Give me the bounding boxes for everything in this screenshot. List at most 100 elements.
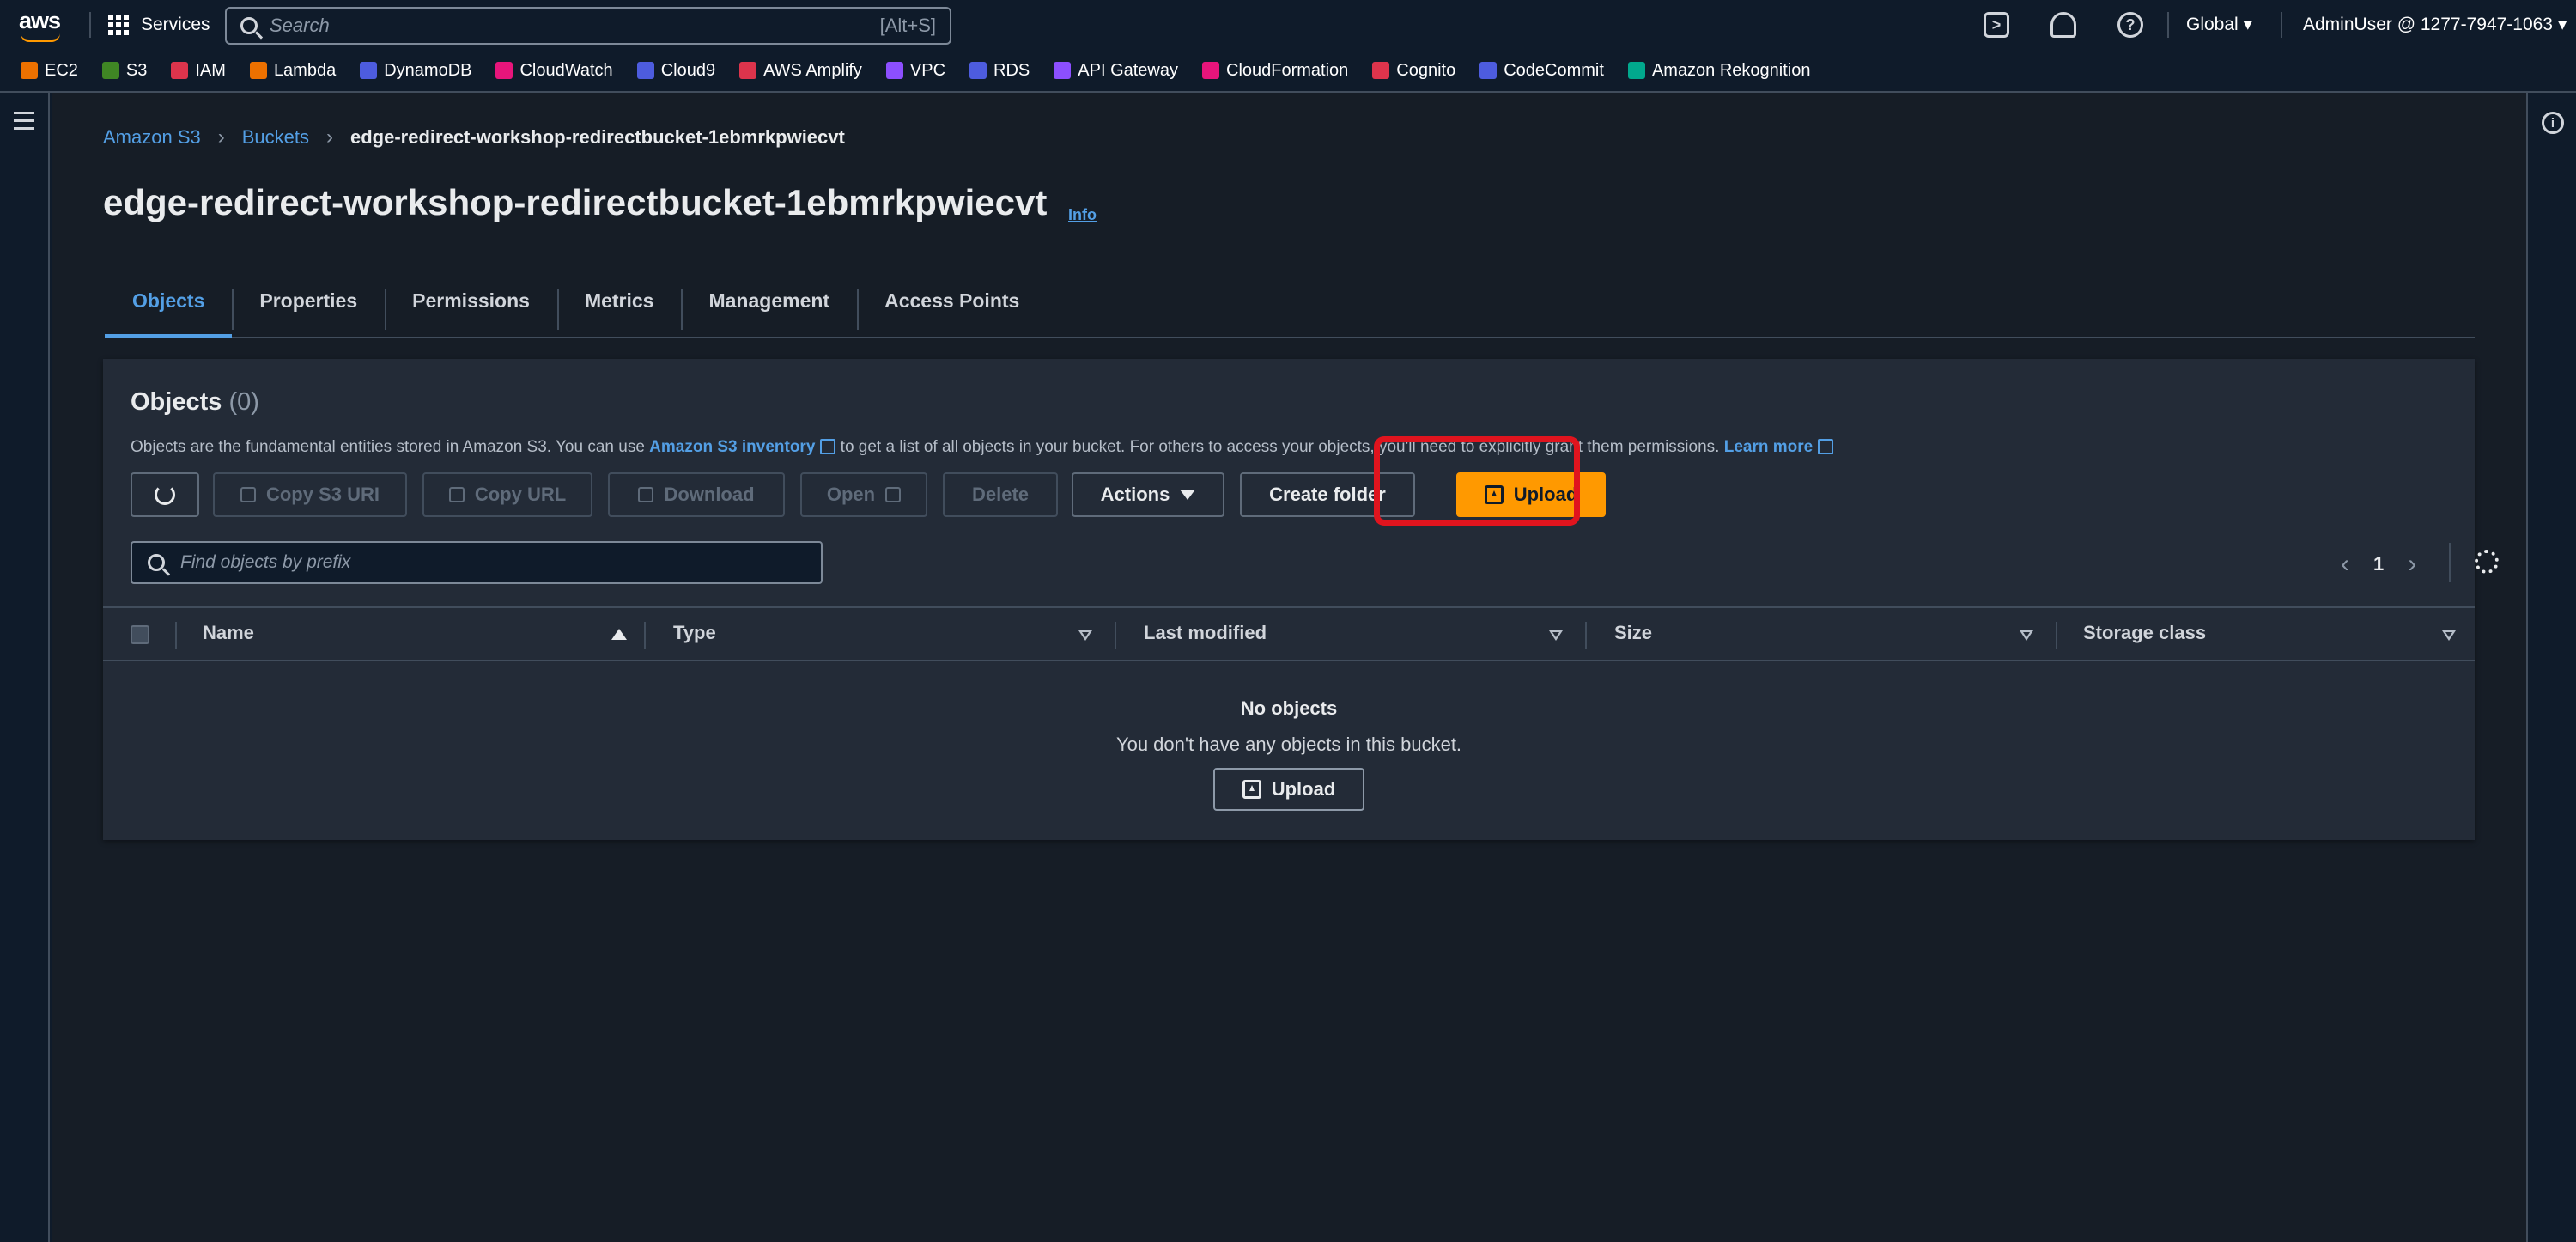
aws-logo[interactable]: aws [19,8,64,42]
service-icon [1054,62,1072,79]
open-label: Open [826,484,876,505]
account-menu[interactable]: AdminUser @ 1277-7947-1063 ▾ [2303,14,2567,35]
copy-url-label: Copy URL [474,484,567,505]
copy-s3-uri-button[interactable]: Copy S3 URI [213,472,407,517]
tab-objects[interactable]: Objects [105,265,233,338]
breadcrumb-buckets[interactable]: Buckets [242,126,309,149]
objects-description: Objects are the fundamental entities sto… [131,438,1834,457]
nav-divider [89,12,91,38]
download-button[interactable]: Download [608,472,785,517]
favorite-amazon-rekognition[interactable]: Amazon Rekognition [1627,60,1811,81]
favorite-vpc[interactable]: VPC [885,61,945,81]
favorite-dynamodb[interactable]: DynamoDB [360,61,471,81]
main-content: Amazon S3 › Buckets › edge-redirect-work… [52,93,2526,1242]
favorite-lambda[interactable]: Lambda [249,61,336,81]
notifications-icon[interactable] [2050,12,2076,38]
favorite-cloudformation[interactable]: CloudFormation [1202,61,1348,81]
services-menu-button[interactable]: Services [108,10,210,40]
favorite-iam[interactable]: IAM [171,61,226,81]
column-size[interactable]: Size [1614,622,1652,644]
s3-inventory-link[interactable]: Amazon S3 inventory [649,438,836,456]
breadcrumb-amazon-s3[interactable]: Amazon S3 [103,126,201,149]
learn-more-label: Learn more [1723,438,1814,456]
info-link[interactable]: Info [1068,206,1097,224]
service-icon [495,62,513,79]
search-shortcut: [Alt+S] [879,15,936,36]
objects-heading: Objects (0) [131,388,259,417]
tab-permissions[interactable]: Permissions [385,265,557,337]
sort-ascending-icon[interactable] [611,629,627,640]
service-icon [101,62,119,79]
empty-state: No objects You don't have any objects in… [103,661,2475,811]
upload-icon [1484,485,1504,504]
tab-properties[interactable]: Properties [232,265,385,337]
chevron-right-icon[interactable]: › [2408,550,2416,579]
tab-management[interactable]: Management [681,265,857,337]
upload-button[interactable]: Upload [1456,472,1606,517]
gear-icon[interactable] [2475,550,2499,574]
favorite-ec2[interactable]: EC2 [21,61,78,81]
favorite-cloud9[interactable]: Cloud9 [636,61,715,81]
empty-upload-button[interactable]: Upload [1213,768,1364,811]
upload-label: Upload [1513,484,1578,505]
favorite-api-gateway[interactable]: API Gateway [1054,61,1178,81]
favorite-label: Amazon Rekognition [1651,60,1811,80]
sort-icon[interactable] [2442,630,2456,641]
column-storage-class[interactable]: Storage class [2083,622,2206,644]
menu-icon[interactable] [14,112,34,135]
learn-more-link[interactable]: Learn more [1723,438,1834,456]
table-header: Name Type Last modified Size Storage cla… [103,606,2475,661]
sort-icon[interactable] [1078,630,1092,641]
objects-count: (0) [228,388,259,416]
region-selector[interactable]: Global ▾ [2186,14,2252,35]
favorite-cloudwatch[interactable]: CloudWatch [495,61,613,81]
page-number[interactable]: 1 [2373,553,2384,575]
chevron-left-icon[interactable]: ‹ [2341,550,2349,579]
tab-metrics[interactable]: Metrics [556,265,682,337]
column-type[interactable]: Type [673,622,716,644]
open-button[interactable]: Open [800,472,927,517]
external-link-icon [820,439,836,454]
select-all-checkbox[interactable] [131,625,149,644]
favorite-aws-amplify[interactable]: AWS Amplify [739,61,862,81]
actions-dropdown[interactable]: Actions [1072,472,1224,517]
bucket-tabs: Objects Properties Permissions Metrics M… [105,265,2475,338]
find-objects-input[interactable] [131,541,823,584]
column-name[interactable]: Name [203,622,254,644]
objects-title: Objects [131,388,222,416]
service-icon [1372,62,1390,79]
global-search-input[interactable]: Search [Alt+S] [225,7,951,45]
favorite-cognito[interactable]: Cognito [1372,61,1455,81]
pagination: ‹ 1 › [2341,550,2416,579]
create-folder-label: Create folder [1269,484,1386,505]
services-label: Services [141,15,210,34]
column-divider [175,622,177,649]
find-objects-field[interactable] [180,552,805,573]
favorite-codecommit[interactable]: CodeCommit [1479,61,1604,81]
copy-s3-uri-label: Copy S3 URI [265,484,380,505]
right-rail: i [2526,93,2576,1242]
favorite-rds[interactable]: RDS [969,61,1030,81]
info-panel-icon[interactable]: i [2542,112,2564,134]
delete-button[interactable]: Delete [943,472,1058,517]
favorite-s3[interactable]: S3 [101,61,147,81]
delete-label: Delete [971,484,1030,505]
breadcrumb-current: edge-redirect-workshop-redirectbucket-1e… [350,126,845,148]
copy-icon [448,487,465,502]
help-icon[interactable]: ? [2117,12,2143,38]
sort-icon[interactable] [2020,630,2033,641]
empty-upload-label: Upload [1271,778,1336,800]
column-divider [1585,622,1587,649]
refresh-icon [155,484,175,505]
create-folder-button[interactable]: Create folder [1240,472,1415,517]
column-last-modified[interactable]: Last modified [1144,622,1267,644]
empty-title: No objects [1240,697,1338,719]
tab-access-points[interactable]: Access Points [857,265,1047,337]
copy-url-button[interactable]: Copy URL [422,472,592,517]
cloudshell-icon[interactable]: > [1984,12,2009,38]
favorite-label: DynamoDB [384,60,472,80]
column-divider [1115,622,1116,649]
refresh-button[interactable] [131,472,199,517]
favorite-label: EC2 [45,60,78,80]
sort-icon[interactable] [1549,630,1563,641]
